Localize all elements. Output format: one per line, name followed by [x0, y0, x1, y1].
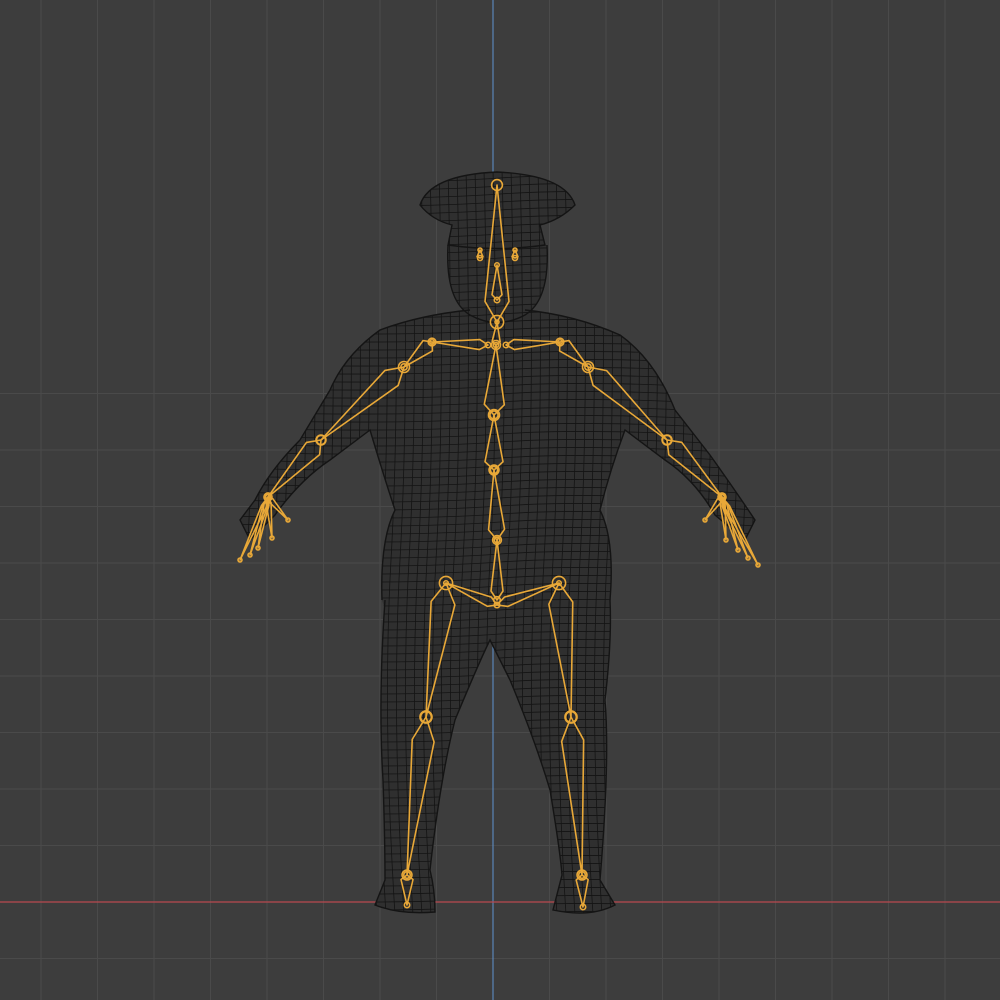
viewport-canvas[interactable] [0, 0, 1000, 1000]
3d-viewport[interactable] [0, 0, 1000, 1000]
